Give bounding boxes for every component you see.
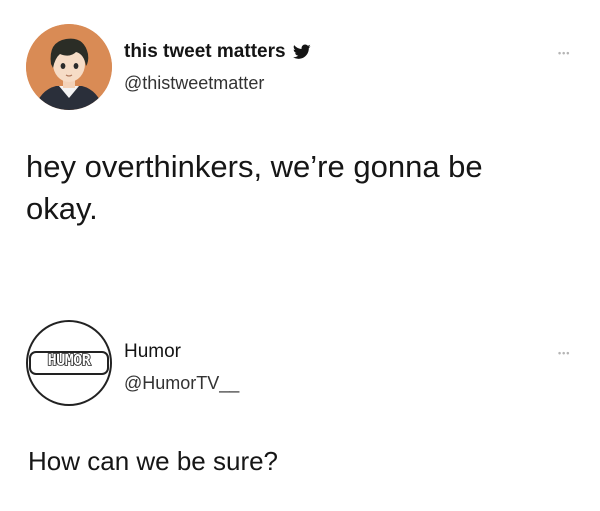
tweet-1: this tweet matters @thistweetmatter ••• … <box>0 0 600 280</box>
username-handle[interactable]: @HumorTV__ <box>124 373 239 394</box>
display-name[interactable]: Humor <box>124 341 181 363</box>
profile-avatar[interactable] <box>26 24 112 110</box>
tweet-text: hey overthinkers, we’re gonna be okay. <box>26 149 483 226</box>
username-handle[interactable]: @thistweetmatter <box>124 73 264 94</box>
more-dots-icon[interactable]: ••• <box>558 348 570 358</box>
more-dots-icon[interactable]: ••• <box>558 48 570 58</box>
humor-avatar[interactable]: HUMOR <box>26 320 112 406</box>
anime-character-avatar-icon <box>26 24 112 110</box>
display-name[interactable]: this tweet matters <box>124 41 286 63</box>
tweet-2: HUMOR Humor @HumorTV__ ••• How can we be… <box>0 300 600 511</box>
humor-logo-text: HUMOR <box>47 350 92 370</box>
tweet-text: How can we be sure? <box>28 446 279 476</box>
display-name-row: Humor <box>124 341 181 363</box>
display-name-row: this tweet matters <box>124 41 311 63</box>
twitter-bird-icon <box>292 44 311 59</box>
